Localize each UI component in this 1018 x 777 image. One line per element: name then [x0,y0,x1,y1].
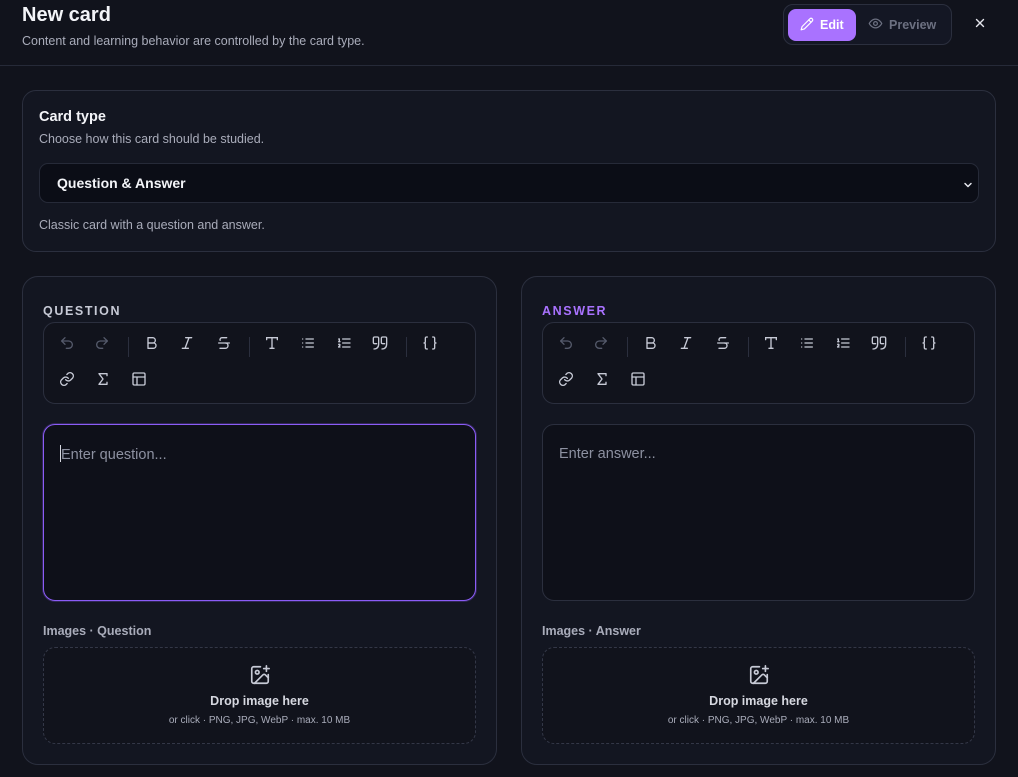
table-button[interactable] [625,368,651,394]
undo-button[interactable] [54,332,80,358]
formula-button[interactable] [90,368,116,394]
bold-button[interactable] [139,332,165,358]
toolbar-divider [905,337,906,357]
text-type-icon [763,335,779,356]
bullet-list-button[interactable] [295,332,321,358]
toolbar-divider [748,337,749,357]
toolbar-divider [406,337,407,357]
undo-icon [59,335,75,356]
formula-icon [95,371,111,392]
dropzone-hint: or click · PNG, JPG, WebP · max. 10 MB [667,715,850,726]
question-placeholder: Enter question... [61,447,167,463]
redo-icon [94,335,110,356]
pencil-icon [800,17,814,34]
answer-label: ANSWER [542,304,608,318]
chevron-down-icon [962,178,974,196]
bullet-list-icon [300,335,316,356]
text-type-button[interactable] [259,332,285,358]
edit-mode-label: Edit [820,18,844,32]
mode-toggle: Edit Preview [783,4,952,45]
italic-button[interactable] [174,332,200,358]
page-title: New card [22,4,111,26]
undo-icon [558,335,574,356]
preview-mode-button[interactable]: Preview [856,9,948,41]
card-type-panel: Card type Choose how this card should be… [22,90,996,252]
numbered-list-button[interactable] [331,332,357,358]
link-icon [558,371,574,392]
card-type-description: Classic card with a question and answer. [39,218,265,232]
numbered-list-button[interactable] [830,332,856,358]
bullet-list-button[interactable] [794,332,820,358]
answer-image-dropzone[interactable]: Drop image here or click · PNG, JPG, Web… [542,647,975,744]
strikethrough-button[interactable] [710,332,736,358]
italic-icon [678,335,694,356]
link-button[interactable] [553,368,579,394]
formula-button[interactable] [589,368,615,394]
link-button[interactable] [54,368,80,394]
toolbar-divider [249,337,250,357]
redo-button[interactable] [588,332,614,358]
close-icon [973,16,987,35]
table-icon [630,371,646,392]
code-icon [422,335,438,356]
quote-button[interactable] [367,332,393,358]
card-type-subtitle: Choose how this card should be studied. [39,132,265,146]
text-type-icon [264,335,280,356]
close-button[interactable] [968,13,992,37]
question-editor[interactable]: Enter question... [43,424,476,601]
question-images-label: Images · Question [43,624,152,638]
code-button[interactable] [916,332,942,358]
table-icon [131,371,147,392]
bold-icon [643,335,659,356]
dropzone-hint: or click · PNG, JPG, WebP · max. 10 MB [168,715,351,726]
strikethrough-icon [216,335,232,356]
question-image-dropzone[interactable]: Drop image here or click · PNG, JPG, Web… [43,647,476,744]
numbered-list-icon [835,335,851,356]
code-button[interactable] [417,332,443,358]
header: New card Content and learning behavior a… [0,0,1018,66]
edit-mode-button[interactable]: Edit [788,9,856,41]
eye-icon [868,16,883,34]
quote-button[interactable] [866,332,892,358]
card-type-title: Card type [39,109,106,125]
strikethrough-button[interactable] [211,332,237,358]
answer-toolbar [542,322,975,404]
answer-placeholder: Enter answer... [559,446,656,462]
dropzone-title: Drop image here [210,694,309,708]
bullet-list-icon [799,335,815,356]
redo-button[interactable] [89,332,115,358]
bold-button[interactable] [638,332,664,358]
question-label: QUESTION [43,304,122,318]
dropzone-title: Drop image here [709,694,808,708]
question-panel: QUESTION Enter question... Images · Ques… [22,276,497,765]
link-icon [59,371,75,392]
preview-mode-label: Preview [889,18,937,32]
italic-button[interactable] [673,332,699,358]
image-plus-icon [748,664,770,691]
strikethrough-icon [715,335,731,356]
image-plus-icon [249,664,271,691]
quote-icon [372,335,388,356]
quote-icon [871,335,887,356]
question-toolbar [43,322,476,404]
undo-button[interactable] [553,332,579,358]
redo-icon [593,335,609,356]
bold-icon [144,335,160,356]
table-button[interactable] [126,368,152,394]
text-type-button[interactable] [758,332,784,358]
page-subtitle: Content and learning behavior are contro… [22,34,365,48]
toolbar-divider [627,337,628,357]
answer-panel: ANSWER Enter answer... Images · Answer D… [521,276,996,765]
code-icon [921,335,937,356]
card-type-selected-value: Question & Answer [57,175,186,191]
answer-editor[interactable]: Enter answer... [542,424,975,601]
toolbar-divider [128,337,129,357]
numbered-list-icon [336,335,352,356]
card-type-select[interactable]: Question & Answer [39,163,979,203]
answer-images-label: Images · Answer [542,624,641,638]
italic-icon [179,335,195,356]
formula-icon [594,371,610,392]
